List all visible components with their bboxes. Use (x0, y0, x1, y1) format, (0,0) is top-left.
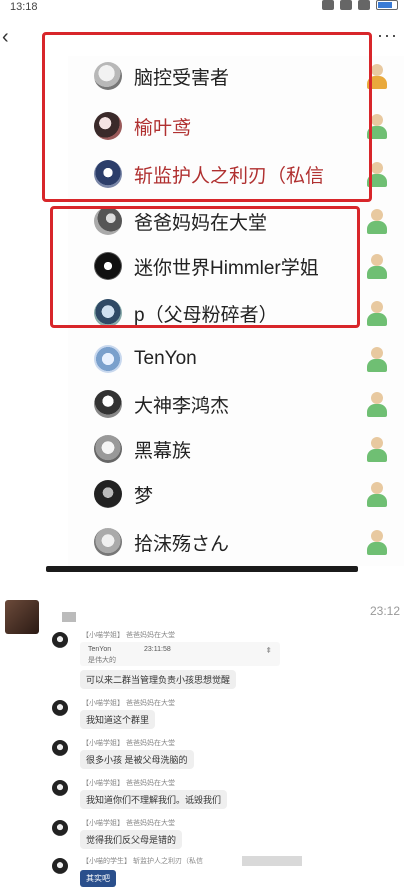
avatar (94, 390, 122, 418)
highlight-box-bottom (50, 206, 360, 328)
member-role-icon (366, 392, 388, 418)
quote-time: 23:11:58 (144, 646, 171, 653)
message-sender: 【小喵学姐】 爸爸妈妈在大堂 (82, 740, 175, 747)
avatar (94, 435, 122, 463)
member-name: TenYon (134, 348, 197, 369)
member-row[interactable]: 黑幕族 (94, 429, 394, 469)
avatar (94, 528, 122, 556)
redacted-text (242, 856, 302, 866)
member-role-icon (366, 301, 388, 327)
member-name: 大神李鸿杰 (134, 395, 230, 417)
highlight-box-top (42, 32, 372, 202)
member-row[interactable]: TenYon (94, 339, 394, 379)
message-sender: 【小喵学姐】 爸爸妈妈在大堂 (82, 820, 175, 827)
member-role-icon (366, 437, 388, 463)
message-bubble: 其实吧 (80, 870, 116, 887)
member-name: 拾沫殇さん (134, 533, 230, 555)
message-bubble: 可以来二群当管理负责小孩思想觉醒 (80, 670, 237, 689)
redacted-name (62, 612, 76, 622)
avatar (52, 740, 68, 756)
status-bar: 13:18 (0, 0, 408, 18)
message-sender: 【小喵的学生】 斩监护人之利刃（私信 (82, 858, 203, 865)
quote-text: 是伟大的 (88, 657, 116, 664)
status-icons (322, 0, 398, 10)
member-role-icon (366, 347, 388, 373)
chat-message[interactable]: 【小喵学姐】 爸爸妈妈在大堂 我知道你们不理解我们。诋毁我们 (52, 778, 352, 814)
chat-message[interactable]: 【小喵学姐】 爸爸妈妈在大堂 觉得我们反父母是错的 (52, 818, 352, 854)
avatar (5, 600, 39, 634)
member-row[interactable]: 大神李鸿杰 (94, 384, 394, 424)
back-button[interactable]: ‹ (2, 26, 20, 48)
wifi-icon (340, 0, 352, 10)
message-sender: 【小喵学姐】 爸爸妈妈在大堂 (82, 780, 175, 787)
member-name: 梦 (134, 485, 154, 507)
more-button[interactable]: ··· (377, 26, 398, 44)
chat-message[interactable]: 【小喵的学生】 斩监护人之利刃（私信 其实吧 (52, 856, 352, 887)
message-bubble: 觉得我们反父母是错的 (80, 830, 183, 849)
image-icon (322, 0, 334, 10)
member-row[interactable]: 梦 (94, 474, 394, 514)
avatar (52, 820, 68, 836)
chat-message[interactable]: 【小喵学姐】 爸爸妈妈在大堂 很多小孩 是被父母洗脑的 (52, 738, 352, 774)
quoted-message[interactable]: TenYon 23:11:58 是伟大的 ⇞ (80, 642, 280, 666)
avatar (94, 480, 122, 508)
member-role-icon (366, 209, 388, 235)
status-time: 13:18 (10, 1, 38, 13)
member-role-icon (366, 530, 388, 556)
avatar (52, 780, 68, 796)
member-role-icon (366, 254, 388, 280)
message-bubble: 我知道你们不理解我们。诋毁我们 (80, 790, 228, 809)
quote-user: TenYon (88, 646, 112, 653)
avatar (52, 858, 68, 874)
member-name: 黑幕族 (134, 440, 192, 462)
avatar (52, 632, 68, 648)
chat-time: 23:12 (369, 604, 400, 618)
pin-icon: ⇞ (265, 646, 272, 655)
battery-icon (376, 0, 398, 10)
message-sender: 【小喵学姐】 爸爸妈妈在大堂 (82, 700, 175, 707)
signal-icon (358, 0, 370, 10)
member-role-icon (366, 482, 388, 508)
avatar (94, 345, 122, 373)
chat-message[interactable]: 【小喵学姐】 爸爸妈妈在大堂 TenYon 23:11:58 是伟大的 ⇞ 可以… (52, 630, 352, 692)
message-bubble: 我知道这个群里 (80, 710, 156, 729)
chat-message[interactable]: 【小喵学姐】 爸爸妈妈在大堂 我知道这个群里 (52, 698, 352, 734)
avatar (52, 700, 68, 716)
member-row[interactable]: 拾沫殇さん (94, 522, 394, 562)
screenshot-divider (46, 566, 358, 572)
message-bubble: 很多小孩 是被父母洗脑的 (80, 750, 194, 769)
message-sender: 【小喵学姐】 爸爸妈妈在大堂 (82, 632, 175, 639)
